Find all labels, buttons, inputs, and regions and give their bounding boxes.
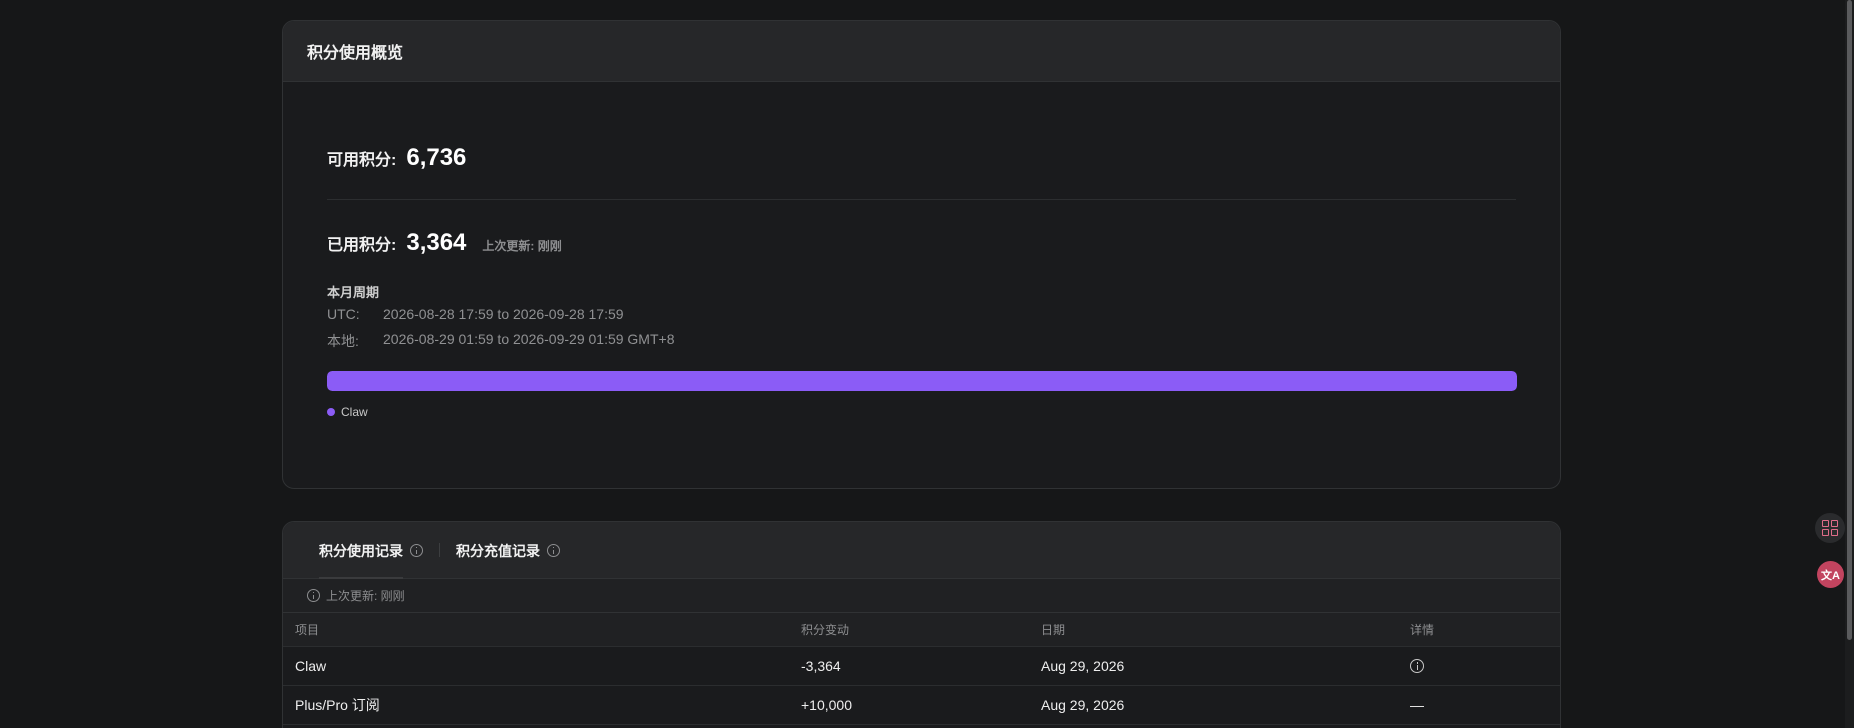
row-change: +10,000: [801, 697, 852, 713]
scrollbar-thumb[interactable]: [1847, 0, 1852, 640]
available-credits-label: 可用积分:: [327, 152, 397, 169]
translate-button[interactable]: 文A: [1817, 561, 1844, 588]
row-item: Plus/Pro 订阅: [295, 697, 380, 713]
col-detail: 详情: [1410, 623, 1435, 637]
usage-bar-track: [327, 371, 1517, 391]
page: 积分使用概览 可用积分: 6,736 已用积分: 3,364 上次更新: 刚刚 …: [0, 0, 1854, 728]
usage-records-info-icon[interactable]: [410, 544, 423, 557]
row-detail: —: [1410, 697, 1424, 713]
records-update-bar: 上次更新: 刚刚: [283, 579, 1560, 613]
credits-records-card: 积分使用记录 积分充值记录 上次更新: 刚刚 项目 积分变动 日期 详情 Cla…: [282, 521, 1561, 728]
cycle-title: 本月周期: [327, 285, 380, 300]
available-credits-row: 可用积分: 6,736: [327, 144, 466, 172]
legend-label-claw: Claw: [341, 405, 368, 419]
records-table-header: 项目 积分变动 日期 详情: [283, 613, 1560, 647]
col-date: 日期: [1041, 623, 1066, 637]
last-updated-text: 上次更新: 刚刚: [482, 239, 562, 253]
tab-topup-records[interactable]: 积分充值记录: [456, 522, 560, 579]
overview-divider: [327, 199, 1516, 200]
records-tabs: 积分使用记录 积分充值记录: [283, 522, 1560, 579]
cycle-utc-row: UTC: 2026-08-28 17:59 to 2026-09-28 17:5…: [327, 306, 624, 322]
cycle-utc-label: UTC:: [327, 306, 360, 322]
cycle-local-range: 2026-08-29 01:59 to 2026-09-29 01:59 GMT…: [383, 331, 675, 347]
overview-title: 积分使用概览: [283, 21, 1560, 82]
cycle-local-row: 本地: 2026-08-29 01:59 to 2026-09-29 01:59…: [327, 331, 674, 351]
row-date: Aug 29, 2026: [1041, 658, 1125, 674]
tab-usage-records[interactable]: 积分使用记录: [319, 522, 423, 579]
available-credits-value: 6,736: [406, 144, 467, 171]
table-row: Claw -3,364 Aug 29, 2026: [283, 647, 1560, 686]
topup-records-info-icon[interactable]: [547, 544, 560, 557]
cycle-utc-range: 2026-08-28 17:59 to 2026-09-28 17:59: [383, 306, 624, 322]
apps-grid-icon: [1822, 520, 1838, 536]
row-date: Aug 29, 2026: [1041, 697, 1125, 713]
tab-usage-records-label: 积分使用记录: [319, 542, 403, 559]
table-row: Plus/Pro 订阅 +10,000 Aug 29, 2026 —: [283, 686, 1560, 725]
translate-icon: 文A: [1821, 569, 1840, 582]
col-change: 积分变动: [801, 623, 850, 637]
tab-separator: [439, 543, 440, 557]
used-credits-value: 3,364: [406, 229, 467, 256]
legend-dot-claw: [327, 408, 335, 416]
detail-info-icon[interactable]: [1410, 659, 1424, 673]
row-change: -3,364: [801, 658, 841, 674]
used-credits-label: 已用积分:: [327, 237, 397, 254]
apps-button[interactable]: [1815, 513, 1845, 543]
cycle-local-label: 本地:: [327, 333, 359, 349]
row-detail: [1410, 647, 1424, 685]
row-item: Claw: [295, 658, 327, 674]
records-last-updated: 上次更新: 刚刚: [326, 589, 405, 603]
usage-legend: Claw: [327, 405, 368, 419]
used-credits-row: 已用积分: 3,364 上次更新: 刚刚: [327, 229, 562, 257]
tab-topup-records-label: 积分充值记录: [456, 542, 540, 559]
active-tab-underline: [319, 577, 403, 579]
usage-bar-fill-claw: [327, 371, 1517, 391]
col-item: 项目: [295, 623, 320, 637]
credits-overview-card: 积分使用概览 可用积分: 6,736 已用积分: 3,364 上次更新: 刚刚 …: [282, 20, 1561, 489]
update-info-icon: [307, 589, 320, 602]
